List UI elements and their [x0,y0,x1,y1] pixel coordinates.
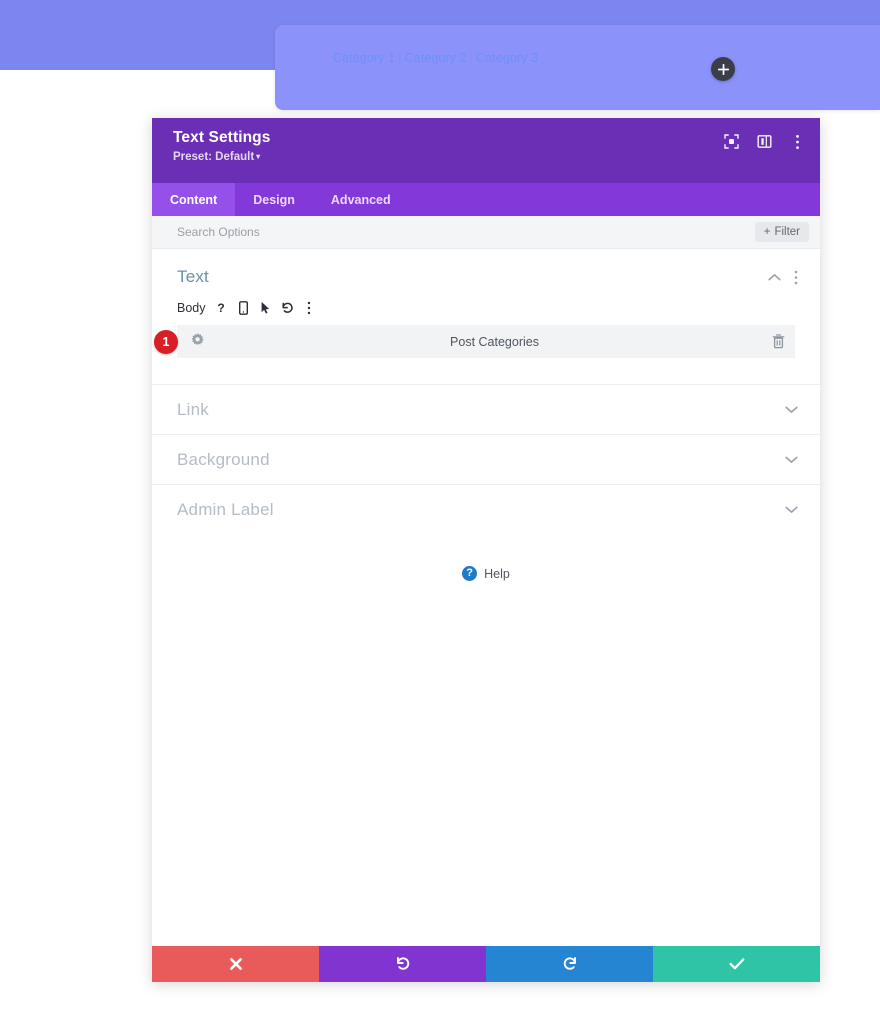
redo-icon [562,956,578,972]
chevron-down-icon[interactable] [785,505,798,514]
section-text-header[interactable]: Text [152,249,820,295]
preview-category-3[interactable]: Category 3 [476,51,538,65]
section-text-actions [768,270,798,285]
section-kebab-icon[interactable] [794,270,798,285]
trash-icon[interactable] [772,334,785,349]
modal-body: Text [152,249,820,946]
preview-category-2[interactable]: Category 2 [405,51,467,65]
section-spacer [152,358,820,384]
field-kebab-icon[interactable] [303,301,316,315]
tab-content[interactable]: Content [152,183,235,216]
reset-undo-icon[interactable] [281,301,294,315]
tab-advanced[interactable]: Advanced [313,183,409,216]
search-bar: + Filter [152,216,820,249]
responsive-mobile-icon[interactable] [237,301,250,315]
dynamic-content-row[interactable]: 1 Post Categories [177,325,795,358]
preview-section-row: Category 1|Category 2|Category 3 [275,25,880,110]
text-settings-modal: Text Settings Preset: Default▾ [152,118,820,982]
page-preview-stage: Category 1|Category 2|Category 3 [0,0,880,120]
chevron-up-icon[interactable] [768,273,781,282]
kebab-menu-icon[interactable] [789,133,806,150]
undo-icon [395,956,411,972]
filter-button-label: Filter [774,226,800,238]
close-x-icon [229,957,243,971]
section-text-title: Text [177,267,209,287]
filter-button[interactable]: + Filter [755,222,809,242]
help-question-icon: ? [462,566,477,581]
preview-category-separator-1: | [395,51,404,65]
modal-header: Text Settings Preset: Default▾ [152,118,820,183]
tab-design[interactable]: Design [235,183,313,216]
help-question-icon[interactable]: ? [215,301,228,315]
preset-selector[interactable]: Preset: Default▾ [173,151,804,163]
section-admin-label-title: Admin Label [177,500,274,520]
gear-icon[interactable] [191,332,205,351]
preset-label: Preset: Default [173,151,254,163]
check-icon [729,957,745,971]
chevron-down-icon[interactable] [785,455,798,464]
chevron-down-icon[interactable] [785,405,798,414]
section-link-title: Link [177,400,209,420]
modal-header-icons [723,133,806,150]
search-input[interactable] [177,225,755,239]
plus-icon: + [764,226,771,238]
plus-icon [718,64,729,75]
chevron-down-icon: ▾ [256,152,260,161]
cancel-button[interactable] [152,946,319,982]
modal-title: Text Settings [173,129,804,147]
save-button[interactable] [653,946,820,982]
focus-icon[interactable] [723,133,740,150]
modal-footer [152,946,820,982]
section-link[interactable]: Link [152,384,820,434]
undo-button[interactable] [319,946,486,982]
section-text: Text [152,249,820,384]
body-field-label-row: Body ? [152,295,820,321]
hover-cursor-icon[interactable] [259,301,272,315]
dynamic-content-value: Post Categories [217,335,772,349]
redo-button[interactable] [486,946,653,982]
section-background[interactable]: Background [152,434,820,484]
section-background-title: Background [177,450,270,470]
preview-category-separator-2: | [467,51,476,65]
section-admin-label[interactable]: Admin Label [152,484,820,534]
help-label: Help [484,567,510,581]
modal-tab-bar: Content Design Advanced [152,183,820,216]
preview-category-1[interactable]: Category 1 [333,51,395,65]
panel-layout-icon[interactable] [756,133,773,150]
body-field-label: Body [177,301,206,315]
add-module-button[interactable] [711,57,735,81]
help-link[interactable]: ? Help [152,534,820,581]
step-badge: 1 [154,330,178,354]
svg-text:?: ? [217,301,224,315]
post-categories-preview: Category 1|Category 2|Category 3 [333,51,538,65]
